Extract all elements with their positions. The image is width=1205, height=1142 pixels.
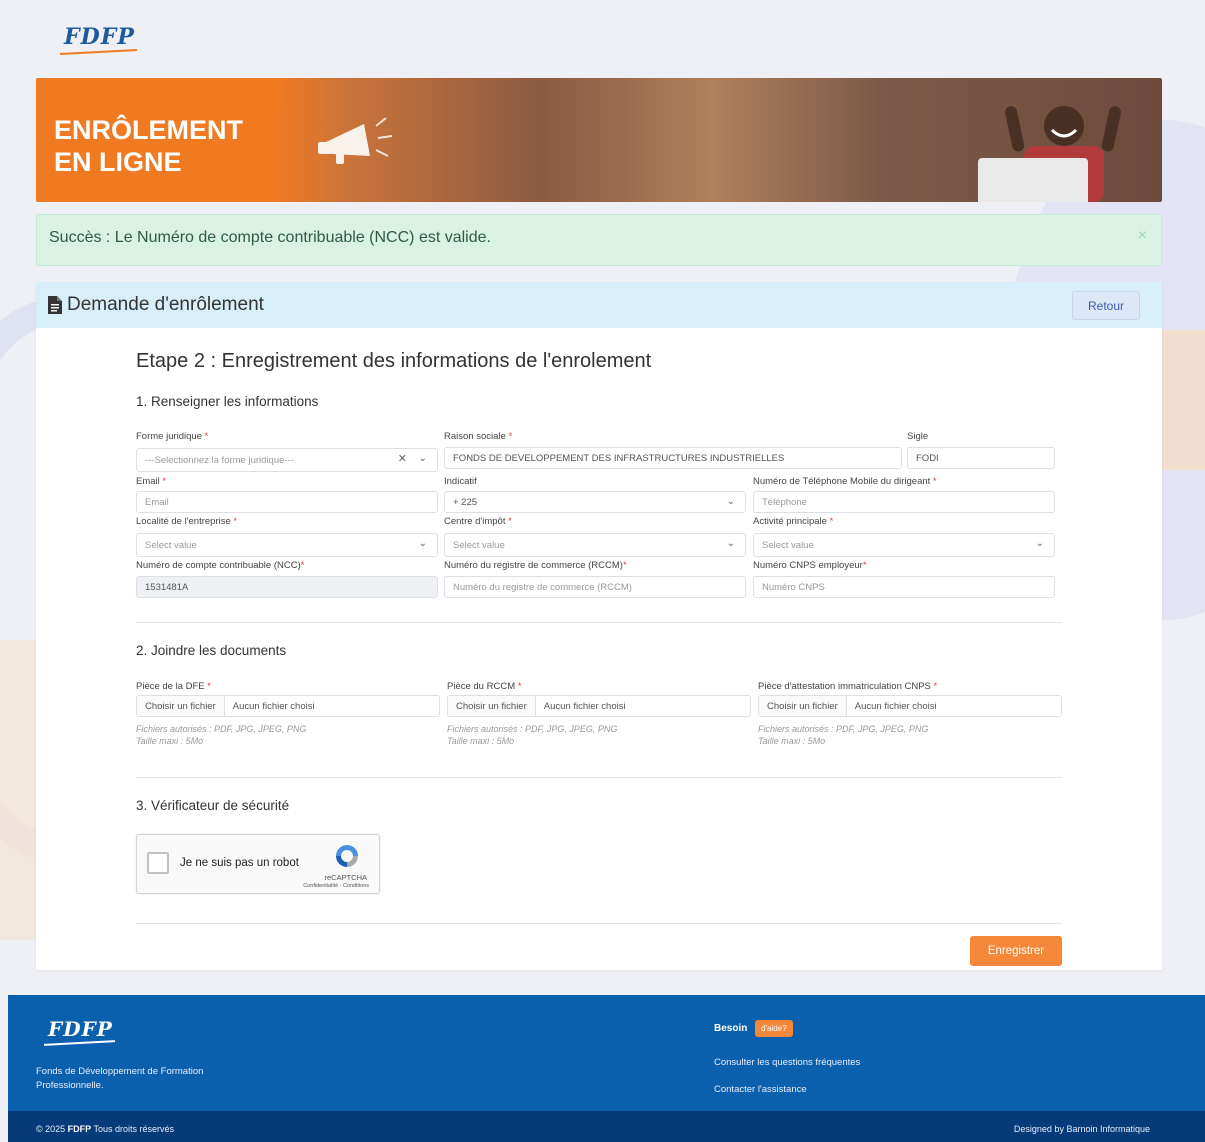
file-hint: Fichiers autorisés : PDF, JPG, JPEG, PNG… xyxy=(758,724,929,746)
enrolment-card: Demande d'enrôlement Retour Etape 2 : En… xyxy=(36,282,1162,970)
back-button[interactable]: Retour xyxy=(1072,291,1140,320)
footer: FDFP Fonds de Développement de Formation… xyxy=(8,995,1205,1111)
recaptcha-widget: Je ne suis pas un robot reCAPTCHA Confid… xyxy=(136,834,380,894)
raison-sociale-label: Raison sociale * xyxy=(444,431,513,442)
rccm-label: Numéro du registre de commerce (RCCM)* xyxy=(444,560,627,571)
designed-by: Designed by Barnoin Informatique xyxy=(1013,1124,1150,1134)
indicatif-label: Indicatif xyxy=(444,476,477,487)
sigle-label: Sigle xyxy=(907,431,929,442)
ncc-input: 1531481A xyxy=(136,576,438,598)
cnps-file-input[interactable]: Choisir un fichier Aucun fichier choisi xyxy=(758,695,1062,717)
divider xyxy=(136,622,1062,623)
ncc-label: Numéro de compte contribuable (NCC)* xyxy=(136,560,305,571)
localite-select[interactable]: Select value ⌄ xyxy=(136,533,438,557)
choose-file-button[interactable]: Choisir un fichier xyxy=(759,696,847,716)
bottom-bar: © 2025 FDFP Tous droits réservés Designe… xyxy=(8,1111,1205,1142)
file-hint: Fichiers autorisés : PDF, JPG, JPEG, PNG… xyxy=(447,724,618,746)
activite-select[interactable]: Select value ⌄ xyxy=(753,533,1055,557)
indicatif-select[interactable]: + 225 ⌄ xyxy=(444,491,746,513)
fdfp-logo[interactable]: FDFP xyxy=(60,24,137,56)
success-message: Succès : Le Numéro de compte contribuabl… xyxy=(49,229,491,246)
raison-sociale-input[interactable]: FONDS DE DEVELOPPEMENT DES INFRASTRUCTUR… xyxy=(444,447,902,469)
forme-juridique-label: Forme juridique * xyxy=(136,431,209,442)
recaptcha-icon xyxy=(336,845,358,867)
close-icon[interactable]: × xyxy=(1138,227,1147,245)
localite-label: Localité de l'entreprise * xyxy=(136,516,238,527)
footer-logo[interactable]: FDFP xyxy=(43,1017,115,1046)
cnps-input[interactable]: Numéro CNPS xyxy=(753,576,1055,598)
card-header: Demande d'enrôlement Retour xyxy=(36,282,1162,328)
centre-impot-select[interactable]: Select value ⌄ xyxy=(444,533,746,557)
cnps-label: Numéro CNPS employeur* xyxy=(753,560,867,571)
copyright: © 2025 FDFP Tous droits réservés xyxy=(36,1124,175,1134)
choose-file-button[interactable]: Choisir un fichier xyxy=(137,696,225,716)
enrolment-banner: ENRÔLEMENT EN LIGNE xyxy=(36,78,1162,202)
dfe-file-input[interactable]: Choisir un fichier Aucun fichier choisi xyxy=(136,695,440,717)
section-info-title: 1. Renseigner les informations xyxy=(136,394,319,409)
telephone-input[interactable]: Téléphone xyxy=(753,491,1055,513)
recaptcha-text: Je ne suis pas un robot xyxy=(180,857,299,869)
save-button[interactable]: Enregistrer xyxy=(970,936,1062,966)
file-hint: Fichiers autorisés : PDF, JPG, JPEG, PNG… xyxy=(136,724,307,746)
no-file-text: Aucun fichier choisi xyxy=(854,700,937,712)
sigle-input[interactable]: FODI xyxy=(907,447,1055,469)
chevron-down-icon: ⌄ xyxy=(418,538,427,549)
success-alert: Succès : Le Numéro de compte contribuabl… xyxy=(36,214,1162,266)
step-title: Etape 2 : Enregistrement des information… xyxy=(136,350,652,372)
document-icon xyxy=(48,296,62,314)
footer-description: Fonds de Développement de Formation Prof… xyxy=(36,1066,204,1091)
section-documents-title: 2. Joindre les documents xyxy=(136,643,287,658)
recaptcha-links[interactable]: Confidentialité - Conditions xyxy=(303,883,369,889)
forme-juridique-select[interactable]: ---Selectionnez la forme juridique--- ✕ … xyxy=(136,448,438,472)
choose-file-button[interactable]: Choisir un fichier xyxy=(448,696,536,716)
divider xyxy=(136,923,1062,924)
no-file-text: Aucun fichier choisi xyxy=(232,700,315,712)
assistance-link[interactable]: Contacter l'assistance xyxy=(714,1084,807,1095)
section-security-title: 3. Vérificateur de sécurité xyxy=(136,798,290,813)
chevron-down-icon: ⌄ xyxy=(418,453,427,464)
top-bar: FDFP xyxy=(36,16,1162,66)
chevron-down-icon: ⌄ xyxy=(726,496,735,507)
rccm-file-input[interactable]: Choisir un fichier Aucun fichier choisi xyxy=(447,695,751,717)
telephone-label: Numéro de Téléphone Mobile du dirigeant … xyxy=(753,476,937,487)
rccm-input[interactable]: Numéro du registre de commerce (RCCM) xyxy=(444,576,746,598)
chevron-down-icon: ⌄ xyxy=(726,538,735,549)
megaphone-icon xyxy=(318,117,393,164)
email-label: Email * xyxy=(136,476,167,487)
dfe-label: Pièce de la DFE * xyxy=(136,681,211,692)
banner-title: ENRÔLEMENT EN LIGNE xyxy=(54,115,243,177)
cnps-file-label: Pièce d'attestation immatriculation CNPS… xyxy=(758,681,938,692)
rccm-file-label: Pièce du RCCM * xyxy=(447,681,522,692)
centre-impot-label: Centre d'impôt * xyxy=(444,516,512,527)
laptop-illustration xyxy=(978,158,1088,202)
help-badge: d'aide? xyxy=(755,1020,793,1037)
faq-link[interactable]: Consulter les questions fréquentes xyxy=(714,1057,860,1068)
help-heading: Besoin xyxy=(714,1023,748,1034)
chevron-down-icon: ⌄ xyxy=(1035,538,1044,549)
email-field[interactable]: Email xyxy=(136,491,438,513)
card-title: Demande d'enrôlement xyxy=(67,294,264,315)
divider xyxy=(136,777,1062,778)
recaptcha-brand: reCAPTCHA xyxy=(324,873,367,882)
no-file-text: Aucun fichier choisi xyxy=(543,700,626,712)
clear-icon[interactable]: ✕ xyxy=(398,452,407,465)
recaptcha-checkbox[interactable] xyxy=(147,852,169,874)
activite-label: Activité principale * xyxy=(753,516,834,527)
